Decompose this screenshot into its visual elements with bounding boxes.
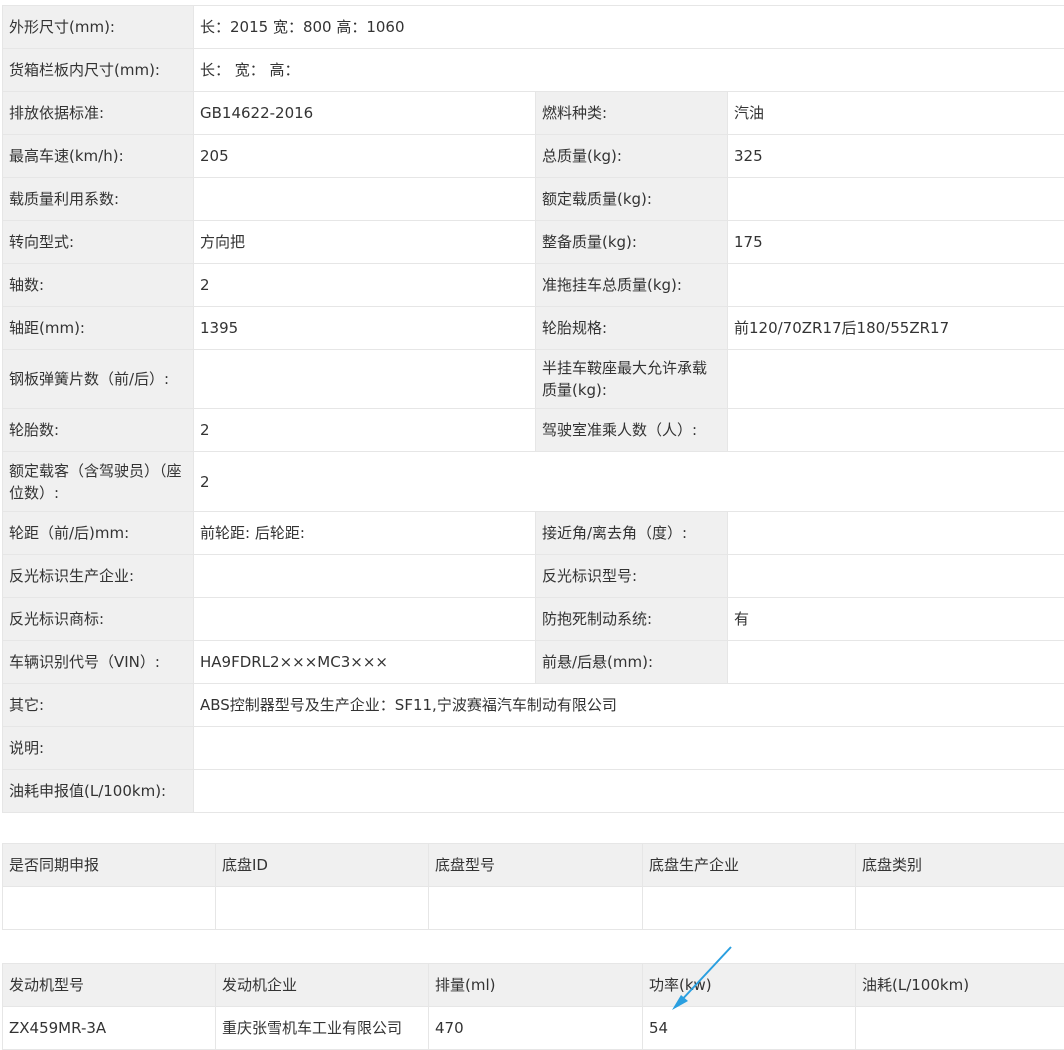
engine-cell-maker: 重庆张雪机车工业有限公司 bbox=[215, 1006, 429, 1050]
fuel-use-value bbox=[192, 769, 1064, 813]
reflect-maker-label: 反光标识生产企业: bbox=[2, 554, 194, 598]
engine-table: 发动机型号 发动机企业 排量(ml) 功率(kw) 油耗(L/100km) ZX… bbox=[2, 963, 1064, 1050]
engine-header-model: 发动机型号 bbox=[2, 963, 216, 1007]
curb-mass-label: 整备质量(kg): bbox=[535, 220, 728, 264]
tire-count-label: 轮胎数: bbox=[2, 408, 194, 452]
chassis-cell-category bbox=[855, 886, 1064, 930]
fuel-label: 燃料种类: bbox=[535, 91, 728, 135]
trailer-mass-label: 准拖挂车总质量(kg): bbox=[535, 263, 728, 307]
rated-load-label: 额定载质量(kg): bbox=[535, 177, 728, 221]
rated-load-value bbox=[726, 177, 1064, 221]
track-value: 前轮距: 后轮距: bbox=[193, 511, 536, 555]
fuel-use-label: 油耗申报值(L/100km): bbox=[2, 769, 194, 813]
other-value: ABS控制器型号及生产企业：SF11,宁波赛福汽车制动有限公司 bbox=[192, 683, 1064, 727]
chassis-cell-id bbox=[215, 886, 429, 930]
reflect-model-label: 反光标识型号: bbox=[535, 554, 728, 598]
emission-value: GB14622-2016 bbox=[193, 91, 536, 135]
angle-value bbox=[726, 511, 1064, 555]
cab-capacity-value bbox=[726, 408, 1064, 452]
fuel-value: 汽油 bbox=[726, 91, 1064, 135]
engine-header-fuel-use: 油耗(L/100km) bbox=[855, 963, 1064, 1007]
abs-label: 防抱死制动系统: bbox=[535, 597, 728, 641]
engine-cell-model: ZX459MR-3A bbox=[2, 1006, 216, 1050]
axles-label: 轴数: bbox=[2, 263, 194, 307]
steering-label: 转向型式: bbox=[2, 220, 194, 264]
dims-label: 外形尺寸(mm): bbox=[2, 5, 194, 49]
chassis-header-concurrent: 是否同期申报 bbox=[2, 843, 216, 887]
engine-header-power: 功率(kw) bbox=[642, 963, 856, 1007]
axles-value: 2 bbox=[193, 263, 536, 307]
track-label: 轮距（前/后)mm: bbox=[2, 511, 194, 555]
wheelbase-label: 轴距(mm): bbox=[2, 306, 194, 350]
seats-value: 2 bbox=[192, 451, 1064, 512]
reflect-brand-label: 反光标识商标: bbox=[2, 597, 194, 641]
emission-label: 排放依据标准: bbox=[2, 91, 194, 135]
load-coef-value bbox=[193, 177, 536, 221]
abs-value: 有 bbox=[726, 597, 1064, 641]
chassis-cell-model bbox=[428, 886, 643, 930]
angle-label: 接近角/离去角（度）: bbox=[535, 511, 728, 555]
chassis-header-model: 底盘型号 bbox=[428, 843, 643, 887]
tire-spec-label: 轮胎规格: bbox=[535, 306, 728, 350]
reflect-model-value bbox=[726, 554, 1064, 598]
engine-header-maker: 发动机企业 bbox=[215, 963, 429, 1007]
engine-cell-power: 54 bbox=[642, 1006, 856, 1050]
seats-label: 额定载客（含驾驶员）（座位数）: bbox=[2, 451, 194, 512]
note-label: 说明: bbox=[2, 726, 194, 770]
load-coef-label: 载质量利用系数: bbox=[2, 177, 194, 221]
saddle-load-value bbox=[726, 349, 1064, 409]
trailer-mass-value bbox=[726, 263, 1064, 307]
chassis-header-maker: 底盘生产企业 bbox=[642, 843, 856, 887]
leaf-spring-value bbox=[193, 349, 536, 409]
vin-label: 车辆识别代号（VIN）: bbox=[2, 640, 194, 684]
chassis-header-id: 底盘ID bbox=[215, 843, 429, 887]
cab-capacity-label: 驾驶室准乘人数（人）: bbox=[535, 408, 728, 452]
engine-cell-displacement: 470 bbox=[428, 1006, 643, 1050]
table-row bbox=[2, 886, 1064, 930]
other-label: 其它: bbox=[2, 683, 194, 727]
speed-value: 205 bbox=[193, 134, 536, 178]
chassis-header-category: 底盘类别 bbox=[855, 843, 1064, 887]
engine-header-displacement: 排量(ml) bbox=[428, 963, 643, 1007]
leaf-spring-label: 钢板弹簧片数（前/后）: bbox=[2, 349, 194, 409]
tire-spec-value: 前120/70ZR17后180/55ZR17 bbox=[726, 306, 1064, 350]
overhang-label: 前悬/后悬(mm): bbox=[535, 640, 728, 684]
curb-mass-value: 175 bbox=[726, 220, 1064, 264]
chassis-cell-concurrent bbox=[2, 886, 216, 930]
steering-value: 方向把 bbox=[193, 220, 536, 264]
note-value bbox=[192, 726, 1064, 770]
chassis-cell-maker bbox=[642, 886, 856, 930]
table-row: ZX459MR-3A 重庆张雪机车工业有限公司 470 54 bbox=[2, 1006, 1064, 1050]
speed-label: 最高车速(km/h): bbox=[2, 134, 194, 178]
cargo-value: 长： 宽： 高： bbox=[192, 48, 1064, 92]
chassis-table: 是否同期申报 底盘ID 底盘型号 底盘生产企业 底盘类别 bbox=[2, 843, 1064, 930]
tire-count-value: 2 bbox=[193, 408, 536, 452]
total-mass-value: 325 bbox=[726, 134, 1064, 178]
saddle-load-label: 半挂车鞍座最大允许承载质量(kg): bbox=[535, 349, 728, 409]
dims-value: 长：2015 宽：800 高：1060 bbox=[192, 5, 1064, 49]
wheelbase-value: 1395 bbox=[193, 306, 536, 350]
reflect-maker-value bbox=[193, 554, 536, 598]
vin-value: HA9FDRL2×××MC3××× bbox=[193, 640, 536, 684]
cargo-label: 货箱栏板内尺寸(mm): bbox=[2, 48, 194, 92]
engine-cell-fuel-use bbox=[855, 1006, 1064, 1050]
reflect-brand-value bbox=[193, 597, 536, 641]
vehicle-spec-table: 外形尺寸(mm): 长：2015 宽：800 高：1060 货箱栏板内尺寸(mm… bbox=[2, 5, 1064, 813]
overhang-value bbox=[726, 640, 1064, 684]
total-mass-label: 总质量(kg): bbox=[535, 134, 728, 178]
